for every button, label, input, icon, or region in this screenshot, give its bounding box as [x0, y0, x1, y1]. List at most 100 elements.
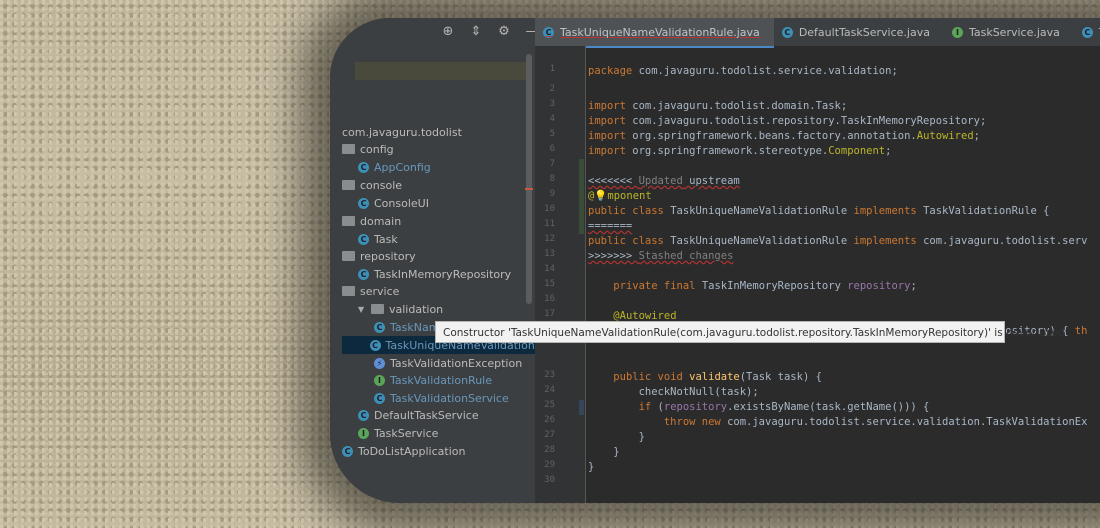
code-token: validate	[689, 371, 740, 383]
folder-icon	[342, 286, 355, 296]
code-line: public class TaskUniqueNameValidationRul…	[588, 234, 1087, 249]
editor-tab[interactable]: CToDoListApp	[1074, 18, 1100, 46]
tree-item-folder[interactable]: repository	[342, 247, 416, 265]
editor-tabs: C TaskUniqueNameValidationRule.java C Defau…	[535, 18, 1100, 48]
tree-item-folder[interactable]: config	[342, 140, 394, 158]
code-token: Autowired	[916, 130, 974, 142]
editor-tab[interactable]: C TaskUniqueNameValidationRule.java	[535, 18, 774, 48]
tree-item-folder[interactable]: console	[342, 176, 402, 194]
code-token: Stashed changes	[638, 250, 734, 262]
code-token: }	[588, 461, 595, 473]
top-toolbar: ⊕ ⇕ ⚙ — C TaskUniqueNameValidationRule.java C…	[330, 18, 1100, 48]
code-editor[interactable]: package com.javaguru.todolist.service.va…	[588, 46, 1100, 503]
tree-item-label: service	[360, 284, 400, 298]
tooltip-text: Constructor 'TaskUniqueNameValidationRul…	[443, 327, 1065, 339]
tree-item-folder[interactable]: service	[342, 282, 399, 300]
code-line: }	[588, 445, 620, 460]
tree-item-class[interactable]: C ConsoleUI	[358, 194, 429, 212]
code-line: import com.javaguru.todolist.domain.Task…	[588, 99, 847, 114]
tree-item-label: TaskService	[374, 426, 439, 440]
project-scrollbar[interactable]	[526, 54, 532, 304]
tree-item-label: ToDoListApplication	[358, 444, 466, 458]
code-token: >>>>>>>	[588, 250, 639, 262]
code-line: <<<<<<< Updated upstream	[588, 174, 740, 189]
line-number: 28	[544, 445, 555, 455]
tree-item-exception[interactable]: ⚡ TaskValidationException	[374, 354, 522, 372]
code-line: if (repository.existsByName(task.getName…	[588, 400, 930, 415]
code-token: import	[588, 145, 633, 157]
tree-item-class[interactable]: C AppConfig	[358, 158, 431, 176]
tree-item-folder[interactable]: domain	[342, 212, 401, 230]
tree-item-label: Task	[374, 232, 398, 246]
tree-item-class[interactable]: C TaskNam	[374, 318, 439, 336]
tree-item-label: TaskInMemoryRepository	[374, 267, 512, 281]
tree-item-package[interactable]: com.javaguru.todolist	[342, 123, 462, 141]
class-icon: C	[342, 445, 353, 457]
folder-icon	[342, 180, 355, 190]
class-icon: C	[374, 392, 385, 404]
code-line: @💡mponent	[588, 189, 652, 204]
tree-item-class[interactable]: C TaskInMemoryRepository	[358, 265, 511, 283]
tree-item-label: validation	[389, 302, 444, 316]
code-line: private final TaskInMemoryRepository rep…	[588, 279, 916, 294]
class-icon: C	[543, 26, 554, 38]
code-token: com.javaguru.todolist.serv	[923, 235, 1088, 247]
tree-item-class[interactable]: C DefaultTaskService	[358, 406, 479, 424]
highlight-row	[355, 62, 530, 80]
code-token: implements	[853, 205, 924, 217]
gear-icon[interactable]: ⚙	[496, 24, 512, 39]
tree-item-interface[interactable]: I TaskValidationRule	[374, 371, 492, 389]
line-number: 11	[544, 219, 555, 229]
code-token: com.javaguru.todolist.service.validation…	[727, 416, 1088, 428]
project-toolbar: ⊕ ⇕ ⚙ —	[440, 24, 540, 39]
tab-label: TaskUniqueNameValidationRule.java	[560, 25, 760, 39]
collapse-icon[interactable]: ⇕	[468, 24, 484, 39]
code-token: }	[588, 446, 620, 458]
tab-label: TaskService.java	[968, 25, 1060, 39]
code-line: import org.springframework.stereotype.Co…	[588, 144, 891, 159]
tree-item-class[interactable]: C ToDoListApplication	[342, 442, 465, 460]
expand-arrow-icon[interactable]: ▼	[358, 305, 366, 314]
line-number: 30	[544, 475, 555, 485]
code-token: =======	[588, 220, 633, 232]
vcs-modified-marker[interactable]	[579, 400, 584, 415]
class-icon: C	[358, 233, 369, 245]
interface-icon: I	[951, 26, 963, 38]
folder-icon	[342, 251, 355, 261]
code-token: com.javaguru.todolist.repository.TaskInM…	[632, 115, 987, 127]
tree-item-class[interactable]: C Task	[358, 230, 398, 248]
code-token: Updated	[638, 175, 683, 187]
target-icon[interactable]: ⊕	[440, 24, 456, 39]
inspection-tooltip: Constructor 'TaskUniqueNameValidationRul…	[435, 321, 1065, 343]
line-number: 24	[544, 385, 555, 395]
line-number: 7	[549, 159, 555, 169]
editor-tab[interactable]: C DefaultTaskService.java	[774, 18, 944, 46]
project-tree: com.javaguru.todolist config C AppConfig con…	[330, 46, 552, 503]
code-token: ;	[885, 145, 892, 157]
code-token: com.javaguru.todolist.domain.Task;	[632, 100, 848, 112]
tree-item-label: TaskValidationRule	[390, 373, 493, 387]
code-token: implements	[853, 235, 924, 247]
code-token: import	[588, 115, 633, 127]
code-token: public void	[613, 371, 690, 383]
interface-icon: I	[358, 427, 369, 439]
tree-item-folder[interactable]: ▼ validation	[358, 300, 443, 318]
line-number: 17	[544, 309, 555, 319]
code-token: repository	[847, 280, 911, 292]
class-icon: C	[358, 409, 369, 421]
code-token: 💡	[594, 190, 608, 202]
code-token: TaskInMemoryRepository	[701, 280, 848, 292]
line-number: 3	[549, 99, 555, 109]
tree-item-class[interactable]: C TaskValidationService	[374, 389, 509, 407]
editor-tab[interactable]: I TaskService.java	[944, 18, 1074, 46]
line-number: 12	[544, 234, 555, 244]
line-number: 13	[544, 249, 555, 259]
code-line: throw new com.javaguru.todolist.service.…	[588, 415, 1088, 430]
line-number: 9	[549, 189, 555, 199]
tree-item-interface[interactable]: I TaskService	[358, 424, 438, 442]
vcs-change-marker[interactable]	[579, 174, 584, 234]
folder-icon	[371, 304, 384, 314]
